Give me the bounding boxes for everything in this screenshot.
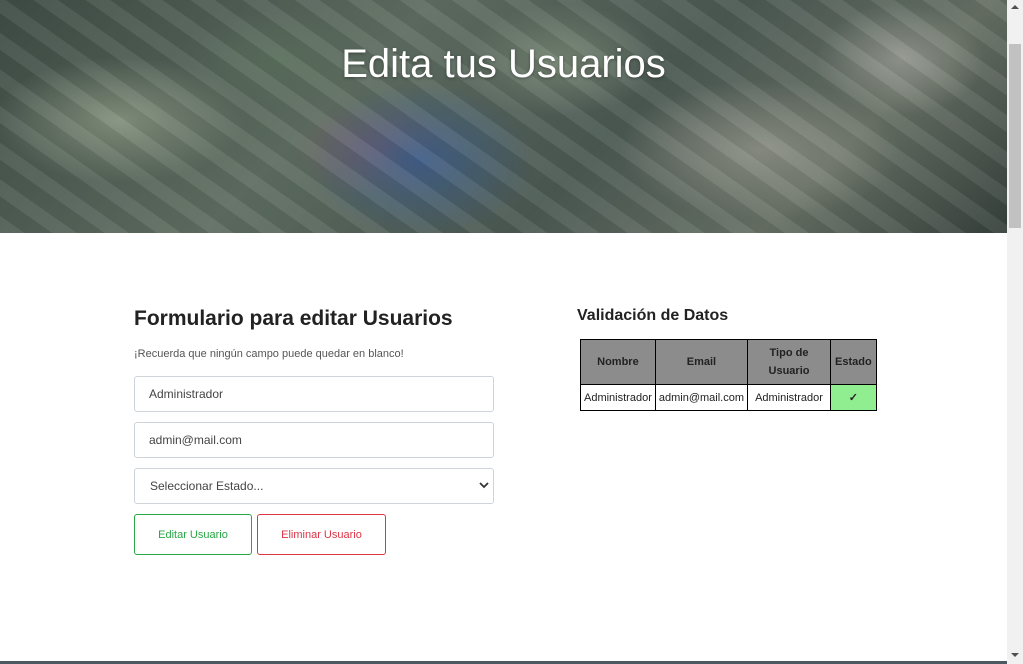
form-hint: ¡Recuerda que ningún campo puede quedar … bbox=[134, 348, 404, 360]
delete-user-button[interactable]: Eliminar Usuario bbox=[257, 514, 386, 555]
arrow-up-icon[interactable] bbox=[1011, 3, 1019, 11]
name-input[interactable] bbox=[134, 376, 494, 412]
table-row: Administrador admin@mail.com Administrad… bbox=[580, 384, 877, 411]
form-title: Formulario para editar Usuarios bbox=[134, 307, 453, 330]
scrollbar-thumb[interactable] bbox=[1009, 44, 1021, 228]
arrow-down-icon[interactable] bbox=[1011, 651, 1019, 659]
cell-tipo: Administrador bbox=[747, 384, 831, 411]
cell-nombre: Administrador bbox=[580, 384, 656, 411]
status-select[interactable]: Seleccionar Estado... bbox=[134, 468, 494, 504]
cell-email: admin@mail.com bbox=[654, 384, 749, 411]
cell-estado-check-icon: ✓ bbox=[830, 384, 877, 411]
vertical-scrollbar[interactable] bbox=[1007, 0, 1023, 664]
validation-title: Validación de Datos bbox=[577, 307, 729, 324]
table-header-row: Nombre Email Tipo de Usuario Estado bbox=[580, 339, 877, 385]
validation-table: Nombre Email Tipo de Usuario Estado Admi… bbox=[580, 339, 877, 411]
edit-user-button[interactable]: Editar Usuario bbox=[134, 514, 252, 555]
email-input[interactable] bbox=[134, 422, 494, 458]
header-tipo: Tipo de Usuario bbox=[747, 339, 831, 385]
page-title: Edita tus Usuarios bbox=[341, 42, 666, 86]
hero-banner: Edita tus Usuarios bbox=[0, 0, 1007, 233]
header-nombre: Nombre bbox=[580, 339, 656, 385]
header-estado: Estado bbox=[830, 339, 877, 385]
header-email: Email bbox=[654, 339, 749, 385]
